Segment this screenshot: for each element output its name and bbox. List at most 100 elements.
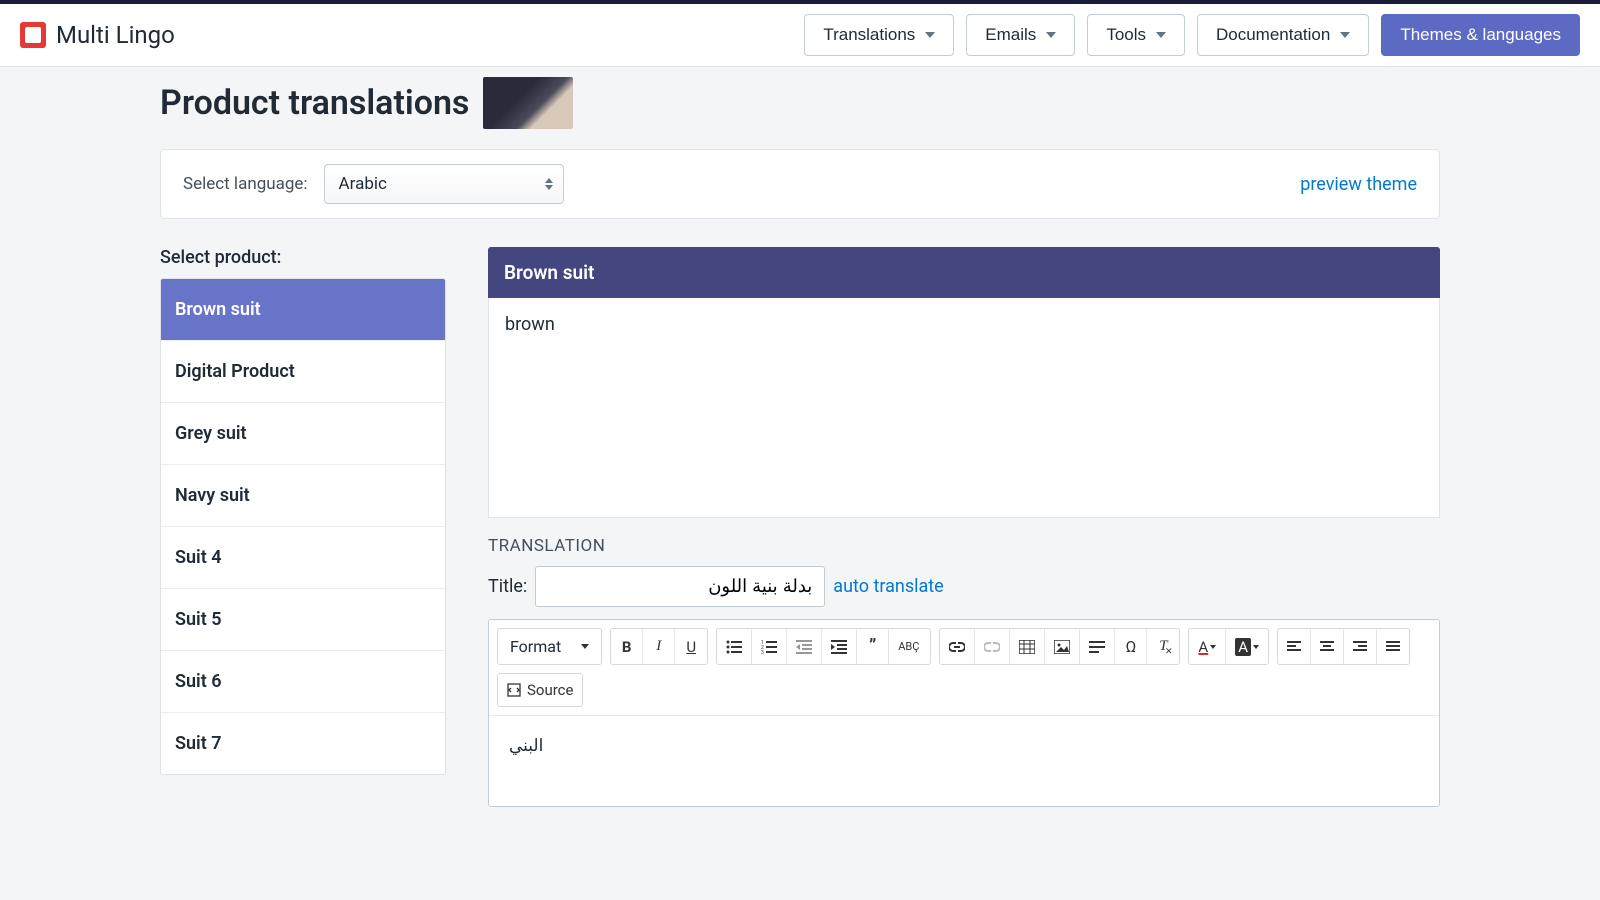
italic-icon: I: [656, 638, 661, 655]
caret-down-icon: [1210, 645, 1216, 649]
nav-emails-label: Emails: [985, 25, 1036, 45]
italic-button[interactable]: I: [643, 629, 675, 664]
spellcheck-icon: ABÇ: [898, 640, 921, 653]
original-title-bar: Brown suit: [488, 247, 1440, 298]
bullet-list-icon: [726, 640, 742, 654]
caret-down-icon: [1046, 32, 1056, 38]
numbered-list-button[interactable]: 123: [752, 629, 787, 664]
page: Product translations Select language: Ar…: [140, 67, 1460, 847]
special-char-button[interactable]: Ω: [1115, 629, 1147, 664]
editor-content: البني: [509, 736, 543, 756]
translation-section-label: TRANSLATION: [488, 536, 1440, 556]
source-icon: [507, 683, 521, 697]
translation-title-input[interactable]: [535, 566, 825, 607]
link-button[interactable]: [940, 629, 975, 664]
page-title-row: Product translations: [160, 77, 1440, 129]
toolbar-list-group: 123 ” ABÇ: [716, 628, 931, 665]
align-right-icon: [1353, 641, 1367, 653]
format-label: Format: [510, 637, 561, 656]
product-item[interactable]: Brown suit: [161, 279, 445, 341]
indent-button[interactable]: [822, 629, 857, 664]
caret-down-icon: [925, 32, 935, 38]
product-item[interactable]: Digital Product: [161, 341, 445, 403]
original-body: brown: [488, 298, 1440, 518]
source-button[interactable]: Source: [498, 674, 582, 706]
caret-down-icon: [1340, 32, 1350, 38]
image-button[interactable]: [1045, 629, 1080, 664]
align-right-button[interactable]: [1344, 629, 1377, 664]
translation-title-row: Title: auto translate: [488, 566, 1440, 607]
blockquote-button[interactable]: ”: [857, 629, 889, 664]
stepper-icon: [545, 178, 553, 190]
outdent-button[interactable]: [787, 629, 822, 664]
product-thumbnail: [483, 77, 573, 129]
brand: Multi Lingo: [20, 21, 175, 49]
header-nav: Translations Emails Tools Documentation …: [804, 14, 1580, 56]
table-button[interactable]: [1010, 629, 1045, 664]
align-justify-button[interactable]: [1377, 629, 1409, 664]
nav-themes-languages[interactable]: Themes & languages: [1381, 14, 1580, 56]
indent-icon: [831, 640, 847, 654]
align-center-button[interactable]: [1311, 629, 1344, 664]
quote-icon: ”: [869, 636, 876, 657]
unlink-icon: [984, 642, 1000, 652]
editor-body[interactable]: البني: [489, 716, 1439, 806]
product-item[interactable]: Suit 4: [161, 527, 445, 589]
hr-button[interactable]: [1080, 629, 1115, 664]
language-label: Select language:: [183, 174, 308, 194]
sidebar: Select product: Brown suitDigital Produc…: [160, 247, 446, 775]
product-item[interactable]: Grey suit: [161, 403, 445, 465]
nav-documentation[interactable]: Documentation: [1197, 14, 1369, 56]
text-color-button[interactable]: A: [1189, 629, 1226, 664]
nav-themes-label: Themes & languages: [1400, 25, 1561, 45]
bg-color-button[interactable]: A: [1226, 629, 1268, 664]
spellcheck-button[interactable]: ABÇ: [889, 629, 930, 664]
bold-icon: B: [622, 638, 632, 656]
outdent-icon: [796, 640, 812, 654]
brand-name: Multi Lingo: [56, 21, 175, 49]
product-item[interactable]: Suit 6: [161, 651, 445, 713]
unlink-button[interactable]: [975, 629, 1010, 664]
numbered-list-icon: 123: [761, 640, 777, 654]
remove-format-button[interactable]: T✕: [1147, 629, 1179, 664]
product-item[interactable]: Suit 5: [161, 589, 445, 651]
image-icon: [1054, 640, 1070, 654]
underline-icon: U: [686, 638, 696, 656]
align-left-button[interactable]: [1278, 629, 1311, 664]
toolbar-align-group: [1277, 628, 1410, 665]
bold-button[interactable]: B: [611, 629, 643, 664]
caret-down-icon: [1156, 32, 1166, 38]
remove-format-icon: T✕: [1159, 638, 1167, 655]
align-center-icon: [1320, 641, 1334, 653]
sidebar-title: Select product:: [160, 247, 446, 268]
preview-theme-link[interactable]: preview theme: [1300, 174, 1417, 195]
omega-icon: Ω: [1126, 637, 1137, 656]
translation-title-label: Title:: [488, 576, 527, 597]
nav-emails[interactable]: Emails: [966, 14, 1075, 56]
rich-text-editor: Format B I U 123: [488, 619, 1440, 807]
align-left-icon: [1287, 641, 1301, 653]
toolbar-source-group: Source: [497, 673, 583, 707]
svg-text:3: 3: [761, 650, 764, 654]
toolbar-insert-group: Ω T✕: [939, 628, 1180, 665]
product-item[interactable]: Suit 7: [161, 713, 445, 774]
brand-icon: [20, 22, 46, 48]
nav-translations-label: Translations: [823, 25, 915, 45]
product-item[interactable]: Navy suit: [161, 465, 445, 527]
editor-toolbar: Format B I U 123: [489, 620, 1439, 716]
underline-button[interactable]: U: [675, 629, 707, 664]
source-label: Source: [527, 681, 573, 699]
toolbar-color-group: A A: [1188, 628, 1269, 665]
language-select[interactable]: Arabic: [324, 164, 564, 204]
bullet-list-button[interactable]: [717, 629, 752, 664]
nav-tools[interactable]: Tools: [1087, 14, 1185, 56]
nav-documentation-label: Documentation: [1216, 25, 1330, 45]
toolbar-format-group: Format: [497, 628, 602, 665]
toolbar-textstyle-group: B I U: [610, 628, 708, 665]
app-header: Multi Lingo Translations Emails Tools Do…: [0, 4, 1600, 67]
table-icon: [1019, 640, 1035, 654]
format-dropdown[interactable]: Format: [498, 629, 601, 664]
auto-translate-link[interactable]: auto translate: [833, 576, 943, 597]
content-row: Select product: Brown suitDigital Produc…: [160, 247, 1440, 807]
nav-translations[interactable]: Translations: [804, 14, 954, 56]
